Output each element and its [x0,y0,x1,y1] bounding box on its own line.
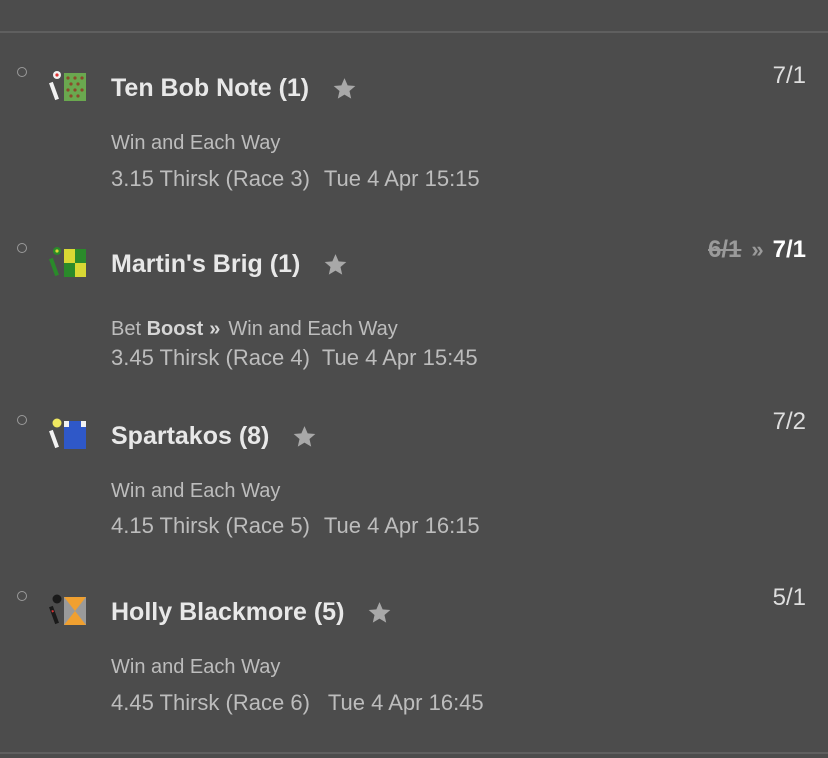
race-info: 4.15 Thirsk (Race 5) Tue 4 Apr 16:15 [111,513,480,539]
favourite-star-icon[interactable] [291,424,318,450]
selection-name-text: Holly Blackmore (5) [111,598,345,626]
race-name: 4.45 Thirsk (Race 6) [111,690,310,715]
bet-prefix: Bet [111,318,142,340]
select-radio[interactable] [17,243,27,253]
race-name: 4.15 Thirsk (Race 5) [111,513,310,538]
selection-name-text: Ten Bob Note (1) [111,74,310,102]
odds: 7/2 [773,408,806,436]
boost-label: Boost [146,318,204,340]
odds: 5/1 [773,584,806,612]
race-info: 4.45 Thirsk (Race 6) Tue 4 Apr 16:45 [111,690,484,716]
boosted-odds-value: 7/1 [772,236,806,263]
odds-value: 5/1 [772,584,806,611]
market-label: Bet Boost» Win and Each Way [111,318,398,341]
market-label: Win and Each Way [111,132,281,154]
double-chevron-right-icon: » [751,237,764,262]
bet-row-holly-blackmore[interactable]: Holly Blackmore (5) 5/1 Win and Each Way… [0,564,828,734]
race-info: 3.45 Thirsk (Race 4) Tue 4 Apr 15:45 [111,345,478,371]
favourite-star-icon[interactable] [322,252,349,278]
selection-name: Holly Blackmore (5) [111,598,393,627]
race-info: 3.15 Thirsk (Race 3) Tue 4 Apr 15:15 [111,166,480,192]
bet-row-spartakos[interactable]: Spartakos (8) 7/2 Win and Each Way 4.15 … [0,388,828,558]
selection-name-text: Martin's Brig (1) [111,250,301,278]
bottom-divider [0,752,828,754]
odds-value: 7/1 [772,62,806,89]
favourite-star-icon[interactable] [366,600,393,626]
top-divider [0,31,828,33]
race-date: Tue 4 Apr 15:15 [323,166,480,191]
jockey-silk-icon [49,418,86,449]
old-odds-value: 6/1 [708,236,742,263]
odds: 7/1 [773,62,806,90]
select-radio[interactable] [17,67,27,77]
select-radio[interactable] [17,415,27,425]
market-label: Win and Each Way [111,480,281,502]
jockey-silk-icon [49,247,86,277]
select-radio[interactable] [17,591,27,601]
race-date: Tue 4 Apr 16:45 [327,690,484,715]
odds: 6/1 » 7/1 [708,236,806,264]
selection-name: Ten Bob Note (1) [111,74,358,103]
jockey-silk-icon [49,594,86,625]
market-label: Win and Each Way [111,656,281,678]
race-name: 3.15 Thirsk (Race 3) [111,166,310,191]
favourite-star-icon[interactable] [331,76,358,102]
race-date: Tue 4 Apr 16:15 [323,513,480,538]
selection-name-text: Spartakos (8) [111,422,270,450]
jockey-silk-icon [49,71,86,101]
selection-name: Spartakos (8) [111,422,318,451]
market-text: Win and Each Way [228,318,398,340]
race-date: Tue 4 Apr 15:45 [321,345,478,370]
odds-value: 7/2 [772,408,806,435]
selection-name: Martin's Brig (1) [111,250,349,279]
bet-row-martins-brig[interactable]: Martin's Brig (1) 6/1 » 7/1 Bet Boost» Wi… [0,216,828,386]
double-chevron-right-icon: » [209,318,221,340]
race-name: 3.45 Thirsk (Race 4) [111,345,310,370]
bet-row-ten-bob-note[interactable]: Ten Bob Note (1) 7/1 Win and Each Way 3.… [0,40,828,210]
